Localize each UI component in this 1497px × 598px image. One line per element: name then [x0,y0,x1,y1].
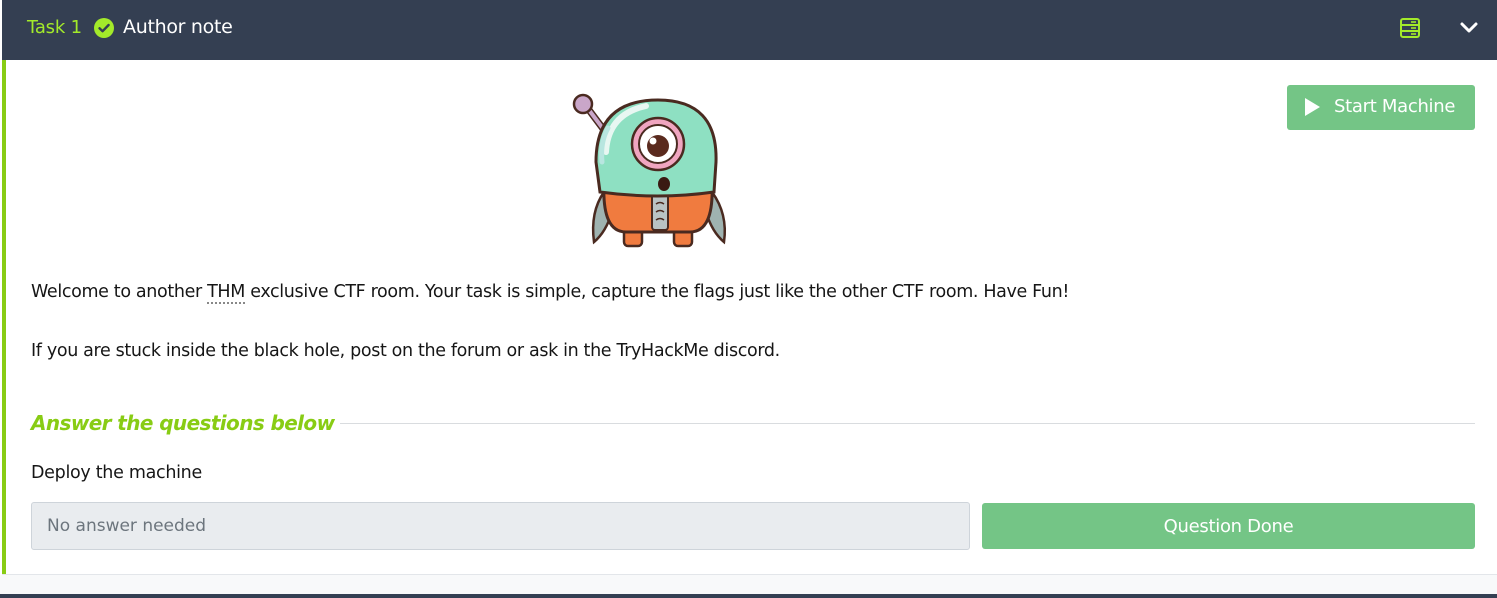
start-machine-label: Start Machine [1334,96,1456,117]
play-icon [1305,98,1320,116]
answer-input[interactable] [31,502,970,550]
astronaut-mascot-image [572,93,726,248]
page-background [0,575,1497,594]
answer-questions-heading: Answer the questions below [31,411,335,435]
task-header[interactable]: Task 1 Author note [2,0,1497,60]
question-text: Deploy the machine [31,463,202,483]
task-title: Author note [123,16,233,38]
task-description-paragraph: Welcome to another THM exclusive CTF roo… [31,282,1070,304]
next-task-header-edge [0,594,1497,598]
paragraph-text-end: exclusive CTF room. Your task is simple,… [245,282,1070,302]
paragraph-text-start: Welcome to another [31,282,208,302]
task-number-label: Task 1 [27,17,82,38]
server-icon[interactable] [1399,17,1421,39]
section-divider [340,423,1475,424]
chevron-down-icon[interactable] [1458,17,1480,39]
question-done-button[interactable]: Question Done [982,503,1475,549]
help-paragraph: If you are stuck inside the black hole, … [31,341,780,361]
start-machine-button[interactable]: Start Machine [1287,85,1475,130]
thm-abbreviation[interactable]: THM [207,282,245,304]
check-circle-icon [94,18,114,38]
task-body [2,60,1497,575]
